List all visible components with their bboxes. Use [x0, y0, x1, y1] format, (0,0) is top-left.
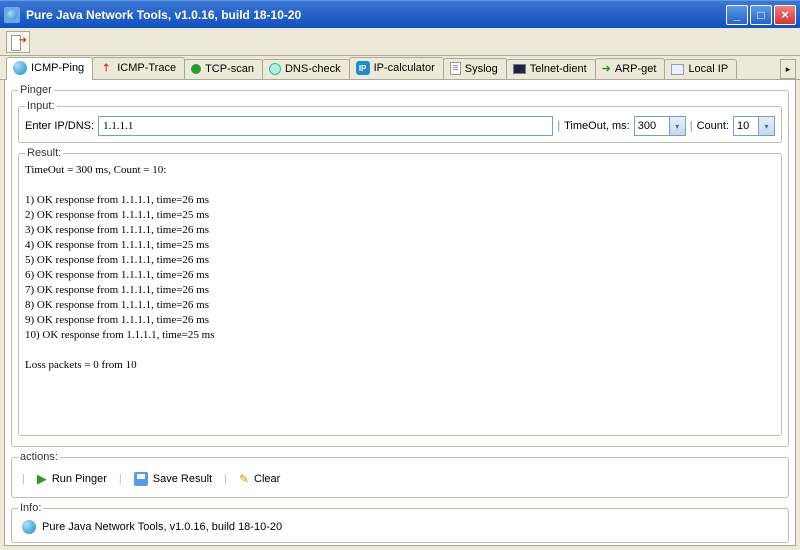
tab-scroll-right[interactable]: ▸	[780, 59, 796, 79]
maximize-icon: □	[757, 8, 764, 22]
tab-label: ARP-get	[615, 63, 657, 75]
count-combo[interactable]: ▾	[733, 116, 775, 136]
titlebar: Pure Java Network Tools, v1.0.16, build …	[0, 0, 800, 28]
info-text: Pure Java Network Tools, v1.0.16, build …	[42, 521, 282, 533]
tab-label: Telnet-dient	[530, 63, 587, 75]
tab-label: TCP-scan	[205, 63, 254, 75]
globe-icon	[22, 520, 36, 534]
tab-content: Pinger Input: Enter IP/DNS: | TimeOut, m…	[4, 80, 796, 546]
tab-telnet-client[interactable]: Telnet-dient	[506, 59, 596, 79]
chevron-down-icon: ▾	[764, 122, 768, 131]
result-textarea[interactable]: TimeOut = 300 ms, Count = 10: 1) OK resp…	[25, 163, 775, 429]
play-icon: ▶	[37, 471, 47, 487]
app-icon	[4, 7, 20, 23]
green-dot-icon	[191, 64, 201, 74]
minimize-icon: _	[734, 8, 741, 22]
timeout-field[interactable]	[634, 116, 670, 136]
arrow-icon: ➜	[602, 62, 611, 75]
tab-label: IP-calculator	[374, 62, 435, 74]
globe-icon	[13, 61, 27, 75]
maximize-button[interactable]: □	[750, 5, 772, 25]
tab-label: Syslog	[465, 63, 498, 75]
run-pinger-button[interactable]: ▶ Run Pinger	[31, 469, 113, 489]
tab-label: ICMP-Trace	[117, 62, 176, 74]
clear-label: Clear	[254, 473, 280, 485]
ip-label: Enter IP/DNS:	[25, 120, 94, 132]
pinger-legend: Pinger	[18, 84, 54, 96]
separator: |	[690, 120, 693, 132]
doc-icon	[450, 62, 461, 75]
actions-fieldset: actions: | ▶ Run Pinger | Save Result | …	[11, 451, 789, 498]
tab-icmp-ping[interactable]: ICMP-Ping	[6, 57, 93, 80]
timeout-label: TimeOut, ms:	[564, 120, 630, 132]
clear-button[interactable]: ✎ Clear	[233, 470, 286, 488]
count-field[interactable]	[733, 116, 759, 136]
chevron-down-icon: ▾	[675, 122, 679, 131]
chart-icon: ⇡	[99, 61, 113, 75]
chevron-right-icon: ▸	[786, 64, 791, 75]
pinger-fieldset: Pinger Input: Enter IP/DNS: | TimeOut, m…	[11, 84, 789, 447]
tab-label: Local IP	[688, 63, 728, 75]
tab-dns-check[interactable]: DNS-check	[262, 59, 350, 79]
tab-label: DNS-check	[285, 63, 341, 75]
tab-icmp-trace[interactable]: ⇡ ICMP-Trace	[92, 57, 185, 79]
screen-icon	[513, 64, 526, 74]
result-fieldset: Result: TimeOut = 300 ms, Count = 10: 1)…	[18, 147, 782, 436]
disk-icon	[134, 472, 148, 486]
count-label: Count:	[697, 120, 729, 132]
tab-tcp-scan[interactable]: TCP-scan	[184, 59, 263, 79]
window-title: Pure Java Network Tools, v1.0.16, build …	[26, 8, 726, 22]
tab-ip-calculator[interactable]: IP IP-calculator	[349, 57, 444, 79]
result-legend: Result:	[25, 147, 63, 159]
tab-arp-get[interactable]: ➜ ARP-get	[595, 58, 666, 79]
save-label: Save Result	[153, 473, 212, 485]
exit-icon	[11, 35, 25, 49]
count-dropdown-button[interactable]: ▾	[759, 116, 775, 136]
ip-icon: IP	[356, 61, 370, 75]
timeout-combo[interactable]: ▾	[634, 116, 686, 136]
dns-icon	[269, 63, 281, 75]
input-legend: Input:	[25, 100, 57, 112]
monitor-icon	[671, 64, 684, 75]
run-label: Run Pinger	[52, 473, 107, 485]
actions-legend: actions:	[18, 451, 60, 463]
broom-icon: ✎	[239, 472, 249, 486]
info-legend: Info:	[18, 502, 43, 514]
tab-syslog[interactable]: Syslog	[443, 58, 507, 79]
save-result-button[interactable]: Save Result	[128, 470, 218, 488]
tab-local-ip[interactable]: Local IP	[664, 59, 737, 79]
toolbar	[0, 28, 800, 56]
timeout-dropdown-button[interactable]: ▾	[670, 116, 686, 136]
close-icon: ×	[781, 7, 789, 22]
tabstrip: ICMP-Ping ⇡ ICMP-Trace TCP-scan DNS-chec…	[0, 56, 800, 80]
tab-label: ICMP-Ping	[31, 62, 84, 74]
exit-button[interactable]	[6, 31, 30, 53]
input-fieldset: Input: Enter IP/DNS: | TimeOut, ms: ▾ | …	[18, 100, 782, 143]
close-button[interactable]: ×	[774, 5, 796, 25]
ip-input[interactable]	[98, 116, 553, 136]
minimize-button[interactable]: _	[726, 5, 748, 25]
info-fieldset: Info: Pure Java Network Tools, v1.0.16, …	[11, 502, 789, 543]
separator: |	[557, 120, 560, 132]
